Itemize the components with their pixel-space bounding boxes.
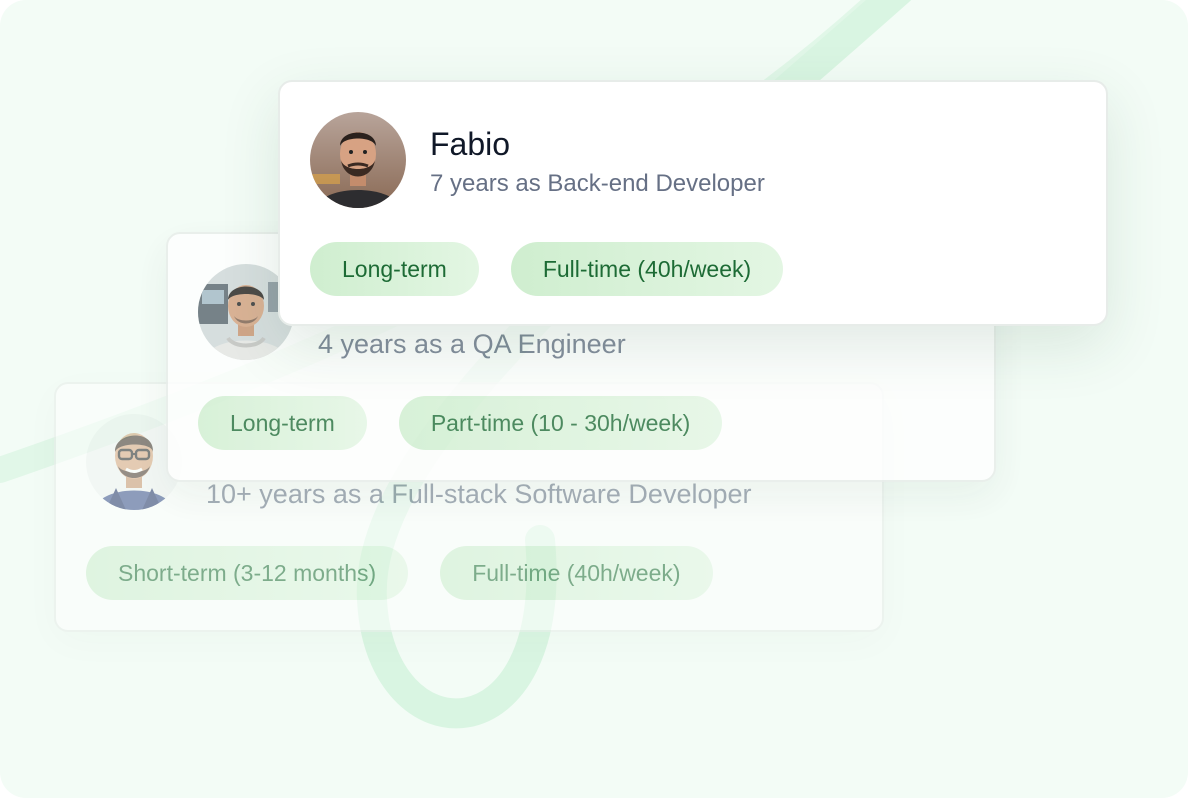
tag-hours: Full-time (40h/week) <box>440 546 713 600</box>
tag-hours: Part-time (10 - 30h/week) <box>398 396 723 450</box>
tag-duration: Short-term (3-12 months) <box>86 546 409 600</box>
avatar-fabio <box>310 112 406 208</box>
profile-tags: Short-term (3-12 months) Full-time (40h/… <box>86 546 713 600</box>
tag-hours: Full-time (40h/week) <box>510 242 784 296</box>
profile-tags: Long-term Part-time (10 - 30h/week) <box>198 396 723 450</box>
profile-tags: Long-term Full-time (40h/week) <box>310 242 784 296</box>
tag-duration: Long-term <box>310 242 479 296</box>
talent-cards-stage: 10+ years as a Full-stack Software Devel… <box>0 0 1188 798</box>
person-photo-icon <box>310 112 406 208</box>
tag-duration: Long-term <box>198 396 367 450</box>
profile-name: Fabio <box>430 126 511 162</box>
profile-role: 7 years as Back-end Developer <box>430 170 765 197</box>
profile-role: 4 years as a QA Engineer <box>318 329 626 359</box>
profile-role: 10+ years as a Full-stack Software Devel… <box>206 479 752 509</box>
profile-card-front[interactable]: Fabio 7 years as Back-end Developer Long… <box>278 80 1108 326</box>
